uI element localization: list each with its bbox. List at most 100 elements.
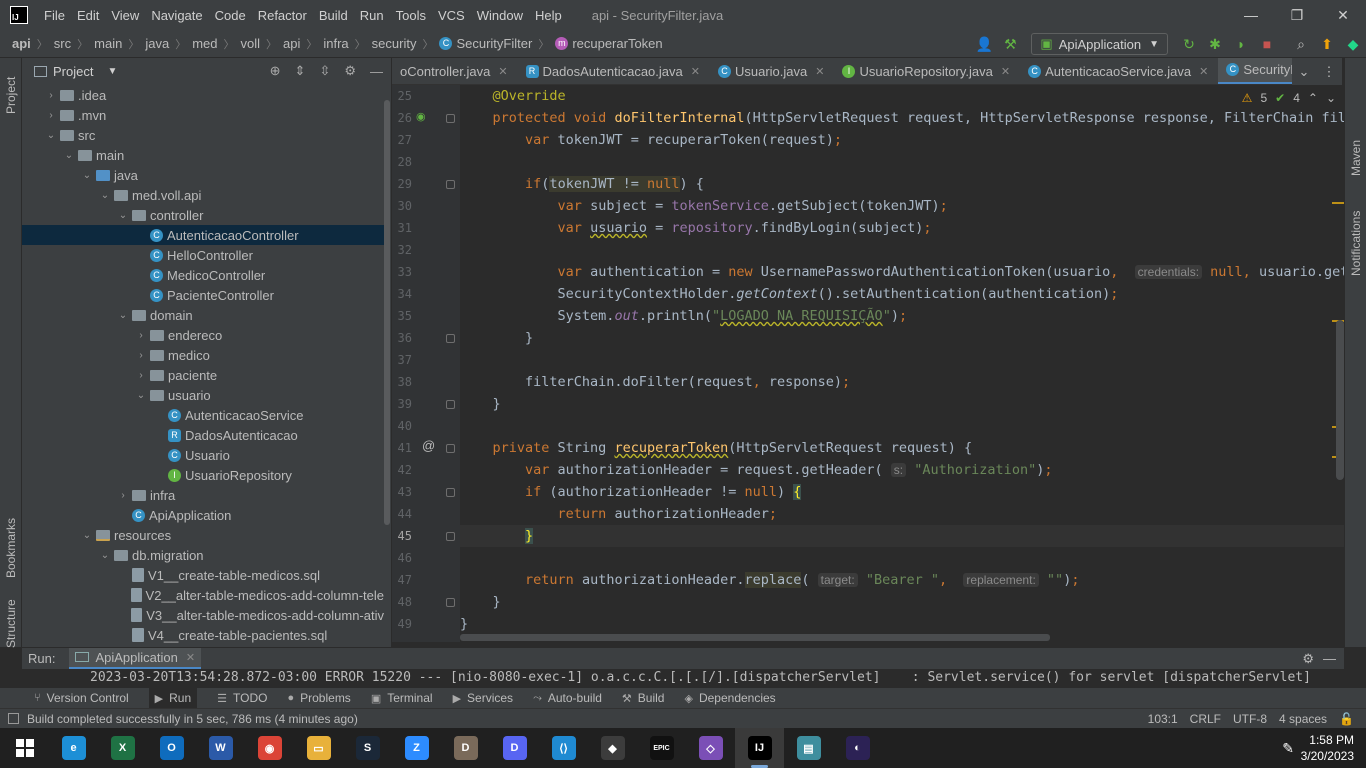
- tree-item[interactable]: › paciente: [22, 365, 384, 385]
- code-line[interactable]: protected void doFilterInternal(HttpServ…: [460, 107, 1346, 129]
- breadcrumb-item[interactable]: med: [192, 36, 217, 51]
- chevron-down-icon[interactable]: ⌄: [80, 530, 94, 541]
- gear-icon[interactable]: ⚙: [344, 63, 356, 79]
- tool-window-auto-build[interactable]: ⤳ Auto-build: [533, 691, 602, 705]
- warning-marker[interactable]: [1332, 202, 1344, 204]
- menu-window[interactable]: Window: [477, 8, 523, 23]
- close-icon[interactable]: ✕: [815, 65, 824, 78]
- code-line[interactable]: private String recuperarToken(HttpServle…: [460, 437, 973, 459]
- tool-window-terminal[interactable]: ▣ Terminal: [371, 691, 433, 705]
- breadcrumb-item[interactable]: infra: [323, 36, 348, 51]
- inspection-widget[interactable]: ⚠ 5 ✔ 4 ⌃ ⌄: [1242, 88, 1336, 108]
- code-line[interactable]: System.out.println("LOGADO NA REQUISIÇÃO…: [460, 305, 908, 327]
- run-config-select[interactable]: ▣ ApiApplication ▼: [1031, 33, 1168, 55]
- notifications-stripe-button[interactable]: Notifications: [1349, 211, 1363, 276]
- code-line[interactable]: return authorizationHeader;: [460, 503, 777, 525]
- code-line[interactable]: SecurityContextHolder.getContext().setAu…: [460, 283, 1119, 305]
- editor-horizontal-scrollbar[interactable]: [460, 634, 1050, 641]
- windows-start-icon[interactable]: [0, 728, 49, 768]
- intellij-app-icon[interactable]: IJ: [735, 728, 784, 768]
- tool-window-problems[interactable]: ● Problems: [287, 691, 350, 705]
- code-line[interactable]: }: [460, 613, 468, 635]
- code-line[interactable]: return authorizationHeader.replace( targ…: [460, 569, 1079, 591]
- tree-item[interactable]: ⌄ med.voll.api: [22, 185, 384, 205]
- tree-item[interactable]: ⌄ usuario: [22, 385, 384, 405]
- tree-item[interactable]: › medico: [22, 345, 384, 365]
- excel-app-icon[interactable]: X: [98, 728, 147, 768]
- dbeaver-app-icon[interactable]: D: [441, 728, 490, 768]
- tree-item[interactable]: C PacienteController: [22, 285, 384, 305]
- breadcrumb-item[interactable]: main: [94, 36, 122, 51]
- tree-item[interactable]: V2__alter-table-medicos-add-column-tele: [22, 585, 384, 605]
- code-line[interactable]: @Override: [460, 85, 566, 107]
- project-scrollbar[interactable]: [384, 100, 390, 525]
- fold-icon[interactable]: [446, 598, 455, 607]
- tree-item[interactable]: C ApiApplication: [22, 505, 384, 525]
- menu-help[interactable]: Help: [535, 8, 562, 23]
- hammer-icon[interactable]: ⚒: [999, 33, 1021, 55]
- code-line[interactable]: }: [460, 393, 501, 415]
- line-number[interactable]: 25: [392, 85, 412, 107]
- line-number[interactable]: 32: [392, 239, 412, 261]
- tool-window-services[interactable]: ▶ Services: [453, 691, 513, 705]
- hide-icon[interactable]: —: [1323, 651, 1336, 666]
- chevron-down-icon[interactable]: ⌄: [80, 170, 94, 181]
- tree-item[interactable]: V3__alter-table-medicos-add-column-ativ: [22, 605, 384, 625]
- chevron-right-icon[interactable]: ›: [134, 350, 148, 361]
- tree-item[interactable]: V1__create-table-medicos.sql: [22, 565, 384, 585]
- run-tab[interactable]: ApiApplication ✕: [69, 647, 202, 670]
- fold-icon[interactable]: [446, 114, 455, 123]
- tree-item[interactable]: C HelloController: [22, 245, 384, 265]
- menu-vcs[interactable]: VCS: [438, 8, 465, 23]
- maven-stripe-button[interactable]: Maven: [1349, 140, 1363, 176]
- line-number[interactable]: 26: [392, 107, 412, 129]
- override-gutter-icon[interactable]: ◉: [416, 110, 428, 124]
- line-number[interactable]: 44: [392, 503, 412, 525]
- line-number[interactable]: 31: [392, 217, 412, 239]
- tree-item[interactable]: C AutenticacaoController: [22, 225, 384, 245]
- line-number[interactable]: 39: [392, 393, 412, 415]
- editor-tab[interactable]: C Usuario.java ✕: [710, 58, 834, 84]
- line-number[interactable]: 48: [392, 591, 412, 613]
- run-console-log[interactable]: 2023-03-20T13:54:28.872-03:00 ERROR 1522…: [22, 669, 1344, 687]
- vscode-app-icon[interactable]: ⟨⟩: [539, 728, 588, 768]
- chevron-right-icon[interactable]: ›: [134, 330, 148, 341]
- code-line[interactable]: }: [460, 525, 1346, 547]
- chevron-down-icon[interactable]: ⌄: [1299, 64, 1310, 80]
- menu-tools[interactable]: Tools: [396, 8, 426, 23]
- chevron-up-icon[interactable]: ⌃: [1308, 91, 1318, 105]
- menu-navigate[interactable]: Navigate: [151, 8, 202, 23]
- more-icon[interactable]: ⋮: [1322, 64, 1335, 80]
- file-encoding[interactable]: UTF-8: [1233, 712, 1267, 726]
- at-gutter-icon[interactable]: @: [422, 438, 435, 453]
- code-editor[interactable]: @Override protected void doFilterInterna…: [460, 85, 1346, 642]
- line-number[interactable]: 49: [392, 613, 412, 635]
- menu-edit[interactable]: Edit: [77, 8, 99, 23]
- close-icon[interactable]: ✕: [1001, 65, 1010, 78]
- line-number[interactable]: 35: [392, 305, 412, 327]
- line-number[interactable]: 45: [392, 525, 412, 547]
- tree-item[interactable]: ⌄ resources: [22, 525, 384, 545]
- rerun-icon[interactable]: ↻: [1178, 33, 1200, 55]
- status-message[interactable]: Build completed successfully in 5 sec, 7…: [27, 712, 358, 726]
- breadcrumb-item[interactable]: m recuperarToken: [555, 36, 663, 51]
- close-icon[interactable]: ✕: [1199, 65, 1208, 78]
- code-line[interactable]: filterChain.doFilter(request, response);: [460, 371, 850, 393]
- lock-icon[interactable]: 🔓: [1339, 712, 1354, 726]
- chevron-down-icon[interactable]: ⌄: [44, 130, 58, 141]
- line-number[interactable]: 28: [392, 151, 412, 173]
- chevron-right-icon[interactable]: ›: [116, 490, 130, 501]
- minimize-icon[interactable]: —: [1228, 0, 1274, 30]
- zoom-app-icon[interactable]: Z: [392, 728, 441, 768]
- chevron-down-icon[interactable]: ⌄: [62, 150, 76, 161]
- tree-item[interactable]: › endereco: [22, 325, 384, 345]
- line-number[interactable]: 42: [392, 459, 412, 481]
- breadcrumb-item[interactable]: java: [145, 36, 169, 51]
- fold-icon[interactable]: [446, 334, 455, 343]
- user-icon[interactable]: 👤: [973, 33, 995, 55]
- chevron-right-icon[interactable]: ›: [44, 90, 58, 101]
- breadcrumb-item[interactable]: security: [372, 36, 417, 51]
- jetbrains-icon[interactable]: ◆: [1342, 33, 1364, 55]
- line-number[interactable]: 40: [392, 415, 412, 437]
- tree-item[interactable]: ⌄ domain: [22, 305, 384, 325]
